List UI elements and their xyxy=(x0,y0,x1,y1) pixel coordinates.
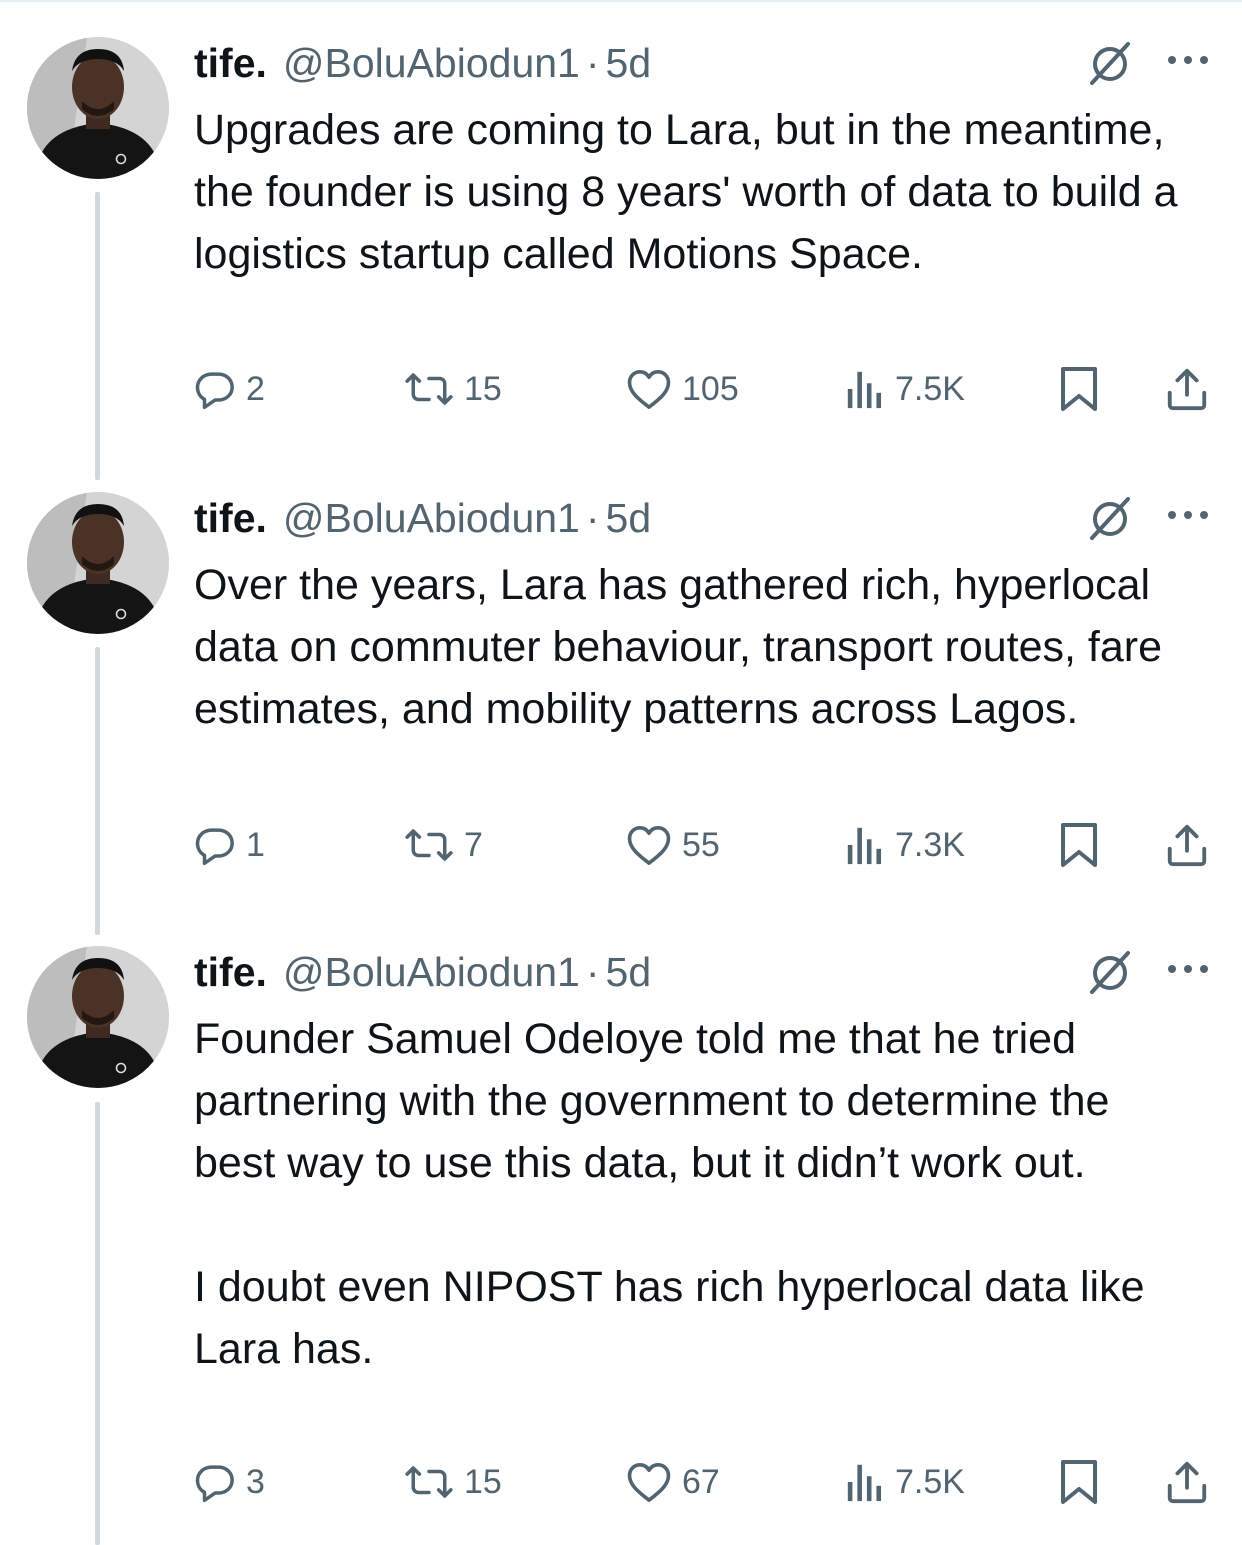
share-icon xyxy=(1167,1461,1207,1504)
bookmark-button[interactable] xyxy=(1058,1454,1100,1510)
repost-button[interactable]: 15 xyxy=(404,1454,502,1510)
tweet-header: tife. @BoluAbiodun1 · 5d xyxy=(194,39,651,87)
repost-count: 15 xyxy=(464,369,502,408)
display-name[interactable]: tife. xyxy=(194,948,267,996)
tweet-header: tife. @BoluAbiodun1 · 5d xyxy=(194,948,651,996)
display-name[interactable]: tife. xyxy=(194,494,267,542)
reply-count: 1 xyxy=(246,825,265,864)
views-button[interactable]: 7.5K xyxy=(845,361,965,417)
avatar-photo xyxy=(27,492,169,634)
bookmark-button[interactable] xyxy=(1058,817,1100,873)
repost-icon xyxy=(405,373,453,405)
views-chart-icon xyxy=(847,371,882,409)
grok-icon[interactable] xyxy=(1086,494,1134,542)
reply-count: 3 xyxy=(246,1462,265,1501)
like-button[interactable]: 105 xyxy=(626,361,739,417)
tweet-text: Over the years, Lara has gathered rich, … xyxy=(194,561,1163,733)
action-bar: 2 15 105 7.5K xyxy=(0,361,1242,417)
reply-button[interactable]: 1 xyxy=(194,817,265,873)
separator-dot: · xyxy=(585,949,600,995)
avatar-photo xyxy=(27,946,169,1088)
grok-icon[interactable] xyxy=(1086,948,1134,996)
timestamp[interactable]: 5d xyxy=(606,494,652,542)
avatar-photo xyxy=(27,37,169,179)
tweet-text: Upgrades are coming to Lara, but in the … xyxy=(194,106,1178,278)
reply-icon xyxy=(195,1465,234,1503)
more-options-icon[interactable] xyxy=(1166,506,1210,524)
repost-icon xyxy=(405,829,453,861)
like-count: 55 xyxy=(682,825,720,864)
repost-count: 7 xyxy=(464,825,483,864)
tweet-text: Founder Samuel Odeloye told me that he t… xyxy=(194,1015,1145,1373)
share-button[interactable] xyxy=(1164,817,1210,873)
heart-icon xyxy=(627,370,671,409)
top-divider xyxy=(0,0,1242,2)
views-chart-icon xyxy=(847,827,882,865)
separator-dot: · xyxy=(585,40,600,86)
repost-icon xyxy=(405,1466,453,1498)
thread-line xyxy=(95,647,100,935)
views-button[interactable]: 7.5K xyxy=(845,1454,965,1510)
user-handle[interactable]: @BoluAbiodun1 xyxy=(283,494,580,542)
timestamp[interactable]: 5d xyxy=(606,39,652,87)
avatar[interactable] xyxy=(27,946,169,1088)
views-button[interactable]: 7.3K xyxy=(845,817,965,873)
bookmark-button[interactable] xyxy=(1058,361,1100,417)
share-button[interactable] xyxy=(1164,1454,1210,1510)
heart-icon xyxy=(627,826,671,865)
bookmark-icon xyxy=(1061,1460,1097,1504)
action-bar: 3 15 67 7.5K xyxy=(0,1454,1242,1510)
avatar[interactable] xyxy=(27,492,169,634)
like-count: 105 xyxy=(682,369,739,408)
grok-icon[interactable] xyxy=(1086,39,1134,87)
view-count: 7.5K xyxy=(895,369,965,408)
tweet-header: tife. @BoluAbiodun1 · 5d xyxy=(194,494,651,542)
display-name[interactable]: tife. xyxy=(194,39,267,87)
thread-line xyxy=(95,192,100,480)
timestamp[interactable]: 5d xyxy=(606,948,652,996)
view-count: 7.3K xyxy=(895,825,965,864)
views-chart-icon xyxy=(847,1464,882,1502)
reply-button[interactable]: 3 xyxy=(194,1454,265,1510)
more-options-icon[interactable] xyxy=(1166,51,1210,69)
user-handle[interactable]: @BoluAbiodun1 xyxy=(283,948,580,996)
repost-button[interactable]: 15 xyxy=(404,361,502,417)
bookmark-icon xyxy=(1061,823,1097,867)
user-handle[interactable]: @BoluAbiodun1 xyxy=(283,39,580,87)
repost-count: 15 xyxy=(464,1462,502,1501)
more-options-icon[interactable] xyxy=(1166,960,1210,978)
share-icon xyxy=(1167,368,1207,411)
view-count: 7.5K xyxy=(895,1462,965,1501)
reply-icon xyxy=(195,372,234,410)
avatar[interactable] xyxy=(27,37,169,179)
like-button[interactable]: 55 xyxy=(626,817,720,873)
reply-icon xyxy=(195,828,234,866)
reply-count: 2 xyxy=(246,369,265,408)
repost-button[interactable]: 7 xyxy=(404,817,483,873)
share-icon xyxy=(1167,824,1207,867)
bookmark-icon xyxy=(1061,367,1097,411)
like-button[interactable]: 67 xyxy=(626,1454,720,1510)
share-button[interactable] xyxy=(1164,361,1210,417)
reply-button[interactable]: 2 xyxy=(194,361,265,417)
like-count: 67 xyxy=(682,1462,720,1501)
action-bar: 1 7 55 7.3K xyxy=(0,817,1242,873)
separator-dot: · xyxy=(585,495,600,541)
heart-icon xyxy=(627,1463,671,1502)
